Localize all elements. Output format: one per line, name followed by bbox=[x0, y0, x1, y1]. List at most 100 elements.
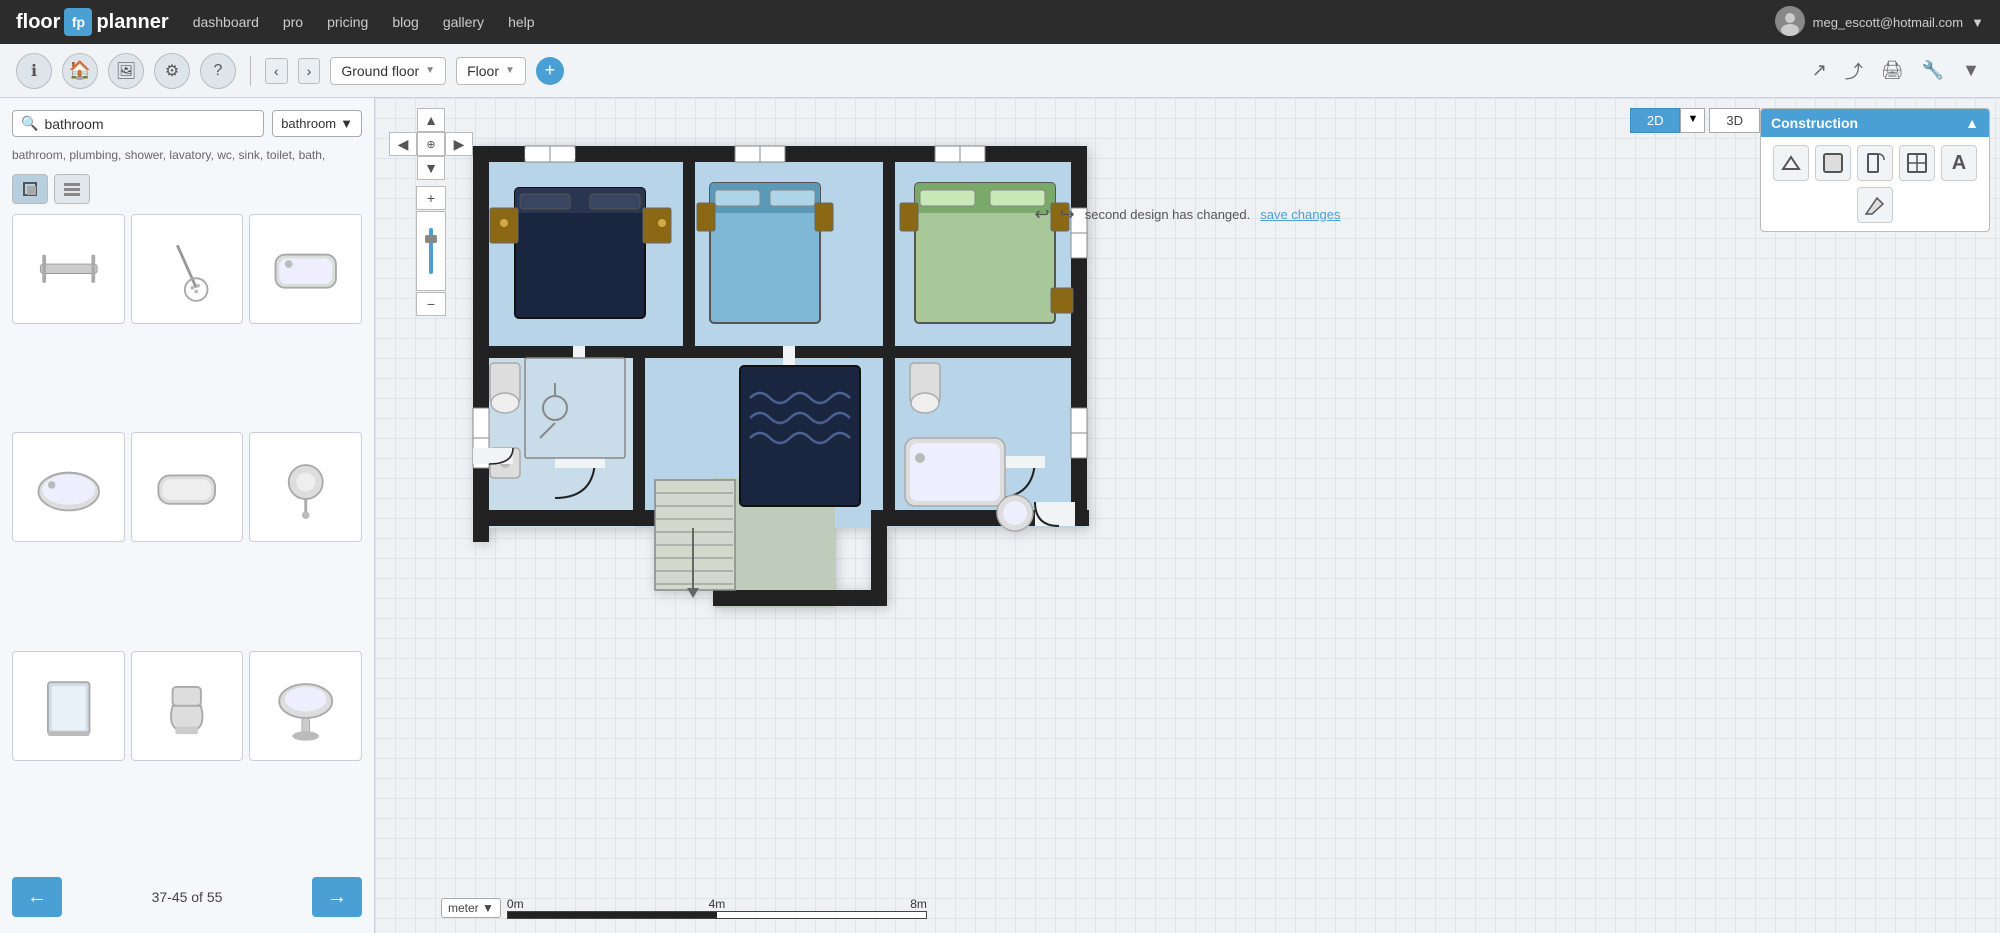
search-input[interactable] bbox=[44, 116, 255, 132]
floor-next-button[interactable]: › bbox=[298, 58, 321, 84]
scale-unit-chevron: ▼ bbox=[482, 901, 494, 915]
print-icon[interactable]: 🖨 bbox=[1877, 56, 1908, 85]
category-dropdown[interactable]: bathroom ▼ bbox=[272, 110, 362, 137]
photos-button[interactable]: 🖼 bbox=[108, 53, 144, 89]
settings-button[interactable]: ⚙ bbox=[154, 53, 190, 89]
construction-panel: Construction ▲ bbox=[1760, 108, 1990, 232]
floor-tool[interactable] bbox=[1815, 145, 1851, 181]
logo-text-floor: floor bbox=[16, 11, 60, 34]
construction-header[interactable]: Construction ▲ bbox=[1761, 109, 1989, 137]
category-label: bathroom bbox=[281, 116, 336, 131]
top-navigation: floor fp planner dashboard pro pricing b… bbox=[0, 0, 2000, 44]
sidebar-footer: ← 37-45 of 55 → bbox=[12, 873, 362, 921]
nav-pricing[interactable]: pricing bbox=[327, 14, 368, 30]
construction-tools: A bbox=[1761, 137, 1989, 231]
search-tags: bathroom, plumbing, shower, lavatory, wc… bbox=[12, 147, 362, 164]
user-dropdown-chevron: ▼ bbox=[1971, 15, 1984, 30]
search-input-wrapper[interactable]: 🔍 bbox=[12, 110, 264, 137]
pan-up-button[interactable]: ▲ bbox=[417, 108, 445, 132]
scale-labels: 0m 4m 8m bbox=[507, 897, 927, 911]
pan-center-button[interactable]: ⊕ bbox=[417, 132, 445, 156]
undo-icon[interactable]: ↩ bbox=[1035, 204, 1050, 225]
main-content: 🔍 bathroom ▼ bathroom, plumbing, shower,… bbox=[0, 98, 2000, 933]
2d-mode-button[interactable]: 2D bbox=[1630, 108, 1681, 133]
list-item[interactable] bbox=[249, 432, 362, 542]
view-toggle bbox=[12, 174, 362, 204]
list-item[interactable] bbox=[249, 214, 362, 324]
toolbar-separator bbox=[250, 56, 251, 86]
prev-page-button[interactable]: ← bbox=[12, 877, 62, 917]
erase-tool[interactable] bbox=[1857, 187, 1893, 223]
list-item[interactable] bbox=[249, 651, 362, 761]
item-grid bbox=[12, 214, 362, 863]
nav-blog[interactable]: blog bbox=[392, 14, 418, 30]
ground-floor-chevron: ▼ bbox=[425, 65, 435, 76]
scale-unit-dropdown[interactable]: meter ▼ bbox=[441, 898, 501, 918]
list-item[interactable] bbox=[131, 432, 244, 542]
share-icon[interactable]: ⤴ bbox=[1841, 54, 1867, 88]
home-button[interactable]: 🏠 bbox=[62, 53, 98, 89]
view-mode-toggle: 2D ▼ 3D bbox=[1630, 108, 1760, 133]
help-button[interactable]: ? bbox=[200, 53, 236, 89]
logo-icon: fp bbox=[64, 8, 92, 36]
list-item[interactable] bbox=[131, 651, 244, 761]
floor-type-dropdown[interactable]: Floor ▼ bbox=[456, 57, 526, 85]
list-item[interactable] bbox=[131, 214, 244, 324]
save-changes-link[interactable]: save changes bbox=[1260, 207, 1340, 222]
search-bar: 🔍 bathroom ▼ bbox=[12, 110, 362, 137]
door-tool[interactable] bbox=[1857, 145, 1893, 181]
zoom-out-button[interactable]: − bbox=[416, 292, 446, 316]
wall-tool[interactable] bbox=[1773, 145, 1809, 181]
scale-unit-label: meter bbox=[448, 901, 479, 915]
pan-down-button[interactable]: ▼ bbox=[417, 156, 445, 180]
text-tool[interactable]: A bbox=[1941, 145, 1977, 181]
floorplan-svg bbox=[455, 128, 1135, 608]
tools-icon[interactable]: 🔧 bbox=[1918, 56, 1948, 85]
logo-text-planner: planner bbox=[96, 11, 168, 34]
2d-chevron[interactable]: ▼ bbox=[1680, 108, 1705, 133]
nav-pro[interactable]: pro bbox=[283, 14, 303, 30]
list-item[interactable] bbox=[12, 651, 125, 761]
more-options-icon[interactable]: ▼ bbox=[1958, 56, 1984, 85]
category-chevron: ▼ bbox=[340, 116, 353, 131]
redo-icon[interactable]: ↪ bbox=[1060, 204, 1075, 225]
user-email: meg_escott@hotmail.com bbox=[1813, 15, 1963, 30]
add-floor-button[interactable]: + bbox=[536, 57, 564, 85]
list-item[interactable] bbox=[12, 432, 125, 542]
left-sidebar: 🔍 bathroom ▼ bathroom, plumbing, shower,… bbox=[0, 98, 375, 933]
search-icon: 🔍 bbox=[21, 115, 38, 132]
logo[interactable]: floor fp planner bbox=[16, 8, 169, 36]
canvas-area[interactable]: ▲ ◀ ⊕ ▶ ▼ + − ↩ ↪ second desi bbox=[375, 98, 2000, 933]
list-item[interactable] bbox=[12, 214, 125, 324]
floor-plan[interactable] bbox=[455, 128, 1135, 613]
nav-gallery[interactable]: gallery bbox=[443, 14, 484, 30]
floor-prev-button[interactable]: ‹ bbox=[265, 58, 288, 84]
scale-bar: meter ▼ 0m 4m 8m bbox=[441, 897, 927, 919]
toolbar-right-actions: ↗ ⤴ 🖨 🔧 ▼ bbox=[1808, 54, 1984, 88]
nav-dashboard[interactable]: dashboard bbox=[193, 14, 259, 30]
3d-view-btn[interactable] bbox=[12, 174, 48, 204]
ground-floor-dropdown[interactable]: Ground floor ▼ bbox=[330, 57, 446, 85]
share-arrow-icon[interactable]: ↗ bbox=[1808, 56, 1831, 85]
scale-label-0m: 0m bbox=[507, 897, 524, 911]
3d-mode-button[interactable]: 3D bbox=[1709, 108, 1760, 133]
scale-label-8m: 8m bbox=[910, 897, 927, 911]
user-menu[interactable]: meg_escott@hotmail.com ▼ bbox=[1775, 6, 1984, 39]
notification-message: second design has changed. bbox=[1085, 207, 1251, 222]
construction-title: Construction bbox=[1771, 115, 1858, 131]
undo-notification: ↩ ↪ second design has changed. save chan… bbox=[1035, 204, 1341, 225]
next-page-button[interactable]: → bbox=[312, 877, 362, 917]
nav-help[interactable]: help bbox=[508, 14, 534, 30]
pan-left-button[interactable]: ◀ bbox=[389, 132, 417, 156]
info-button[interactable]: ℹ bbox=[16, 53, 52, 89]
scale-label-4m: 4m bbox=[709, 897, 726, 911]
2d-list-view-btn[interactable] bbox=[54, 174, 90, 204]
floor-type-label: Floor bbox=[467, 63, 499, 79]
main-toolbar: ℹ 🏠 🖼 ⚙ ? ‹ › Ground floor ▼ Floor ▼ + ↗… bbox=[0, 44, 2000, 98]
floor-plan-rooms bbox=[473, 146, 1089, 608]
zoom-in-button[interactable]: + bbox=[416, 186, 446, 210]
pan-right-button[interactable]: ▶ bbox=[445, 132, 473, 156]
window-tool[interactable] bbox=[1899, 145, 1935, 181]
scale-line bbox=[507, 911, 927, 919]
ground-floor-label: Ground floor bbox=[341, 63, 419, 79]
